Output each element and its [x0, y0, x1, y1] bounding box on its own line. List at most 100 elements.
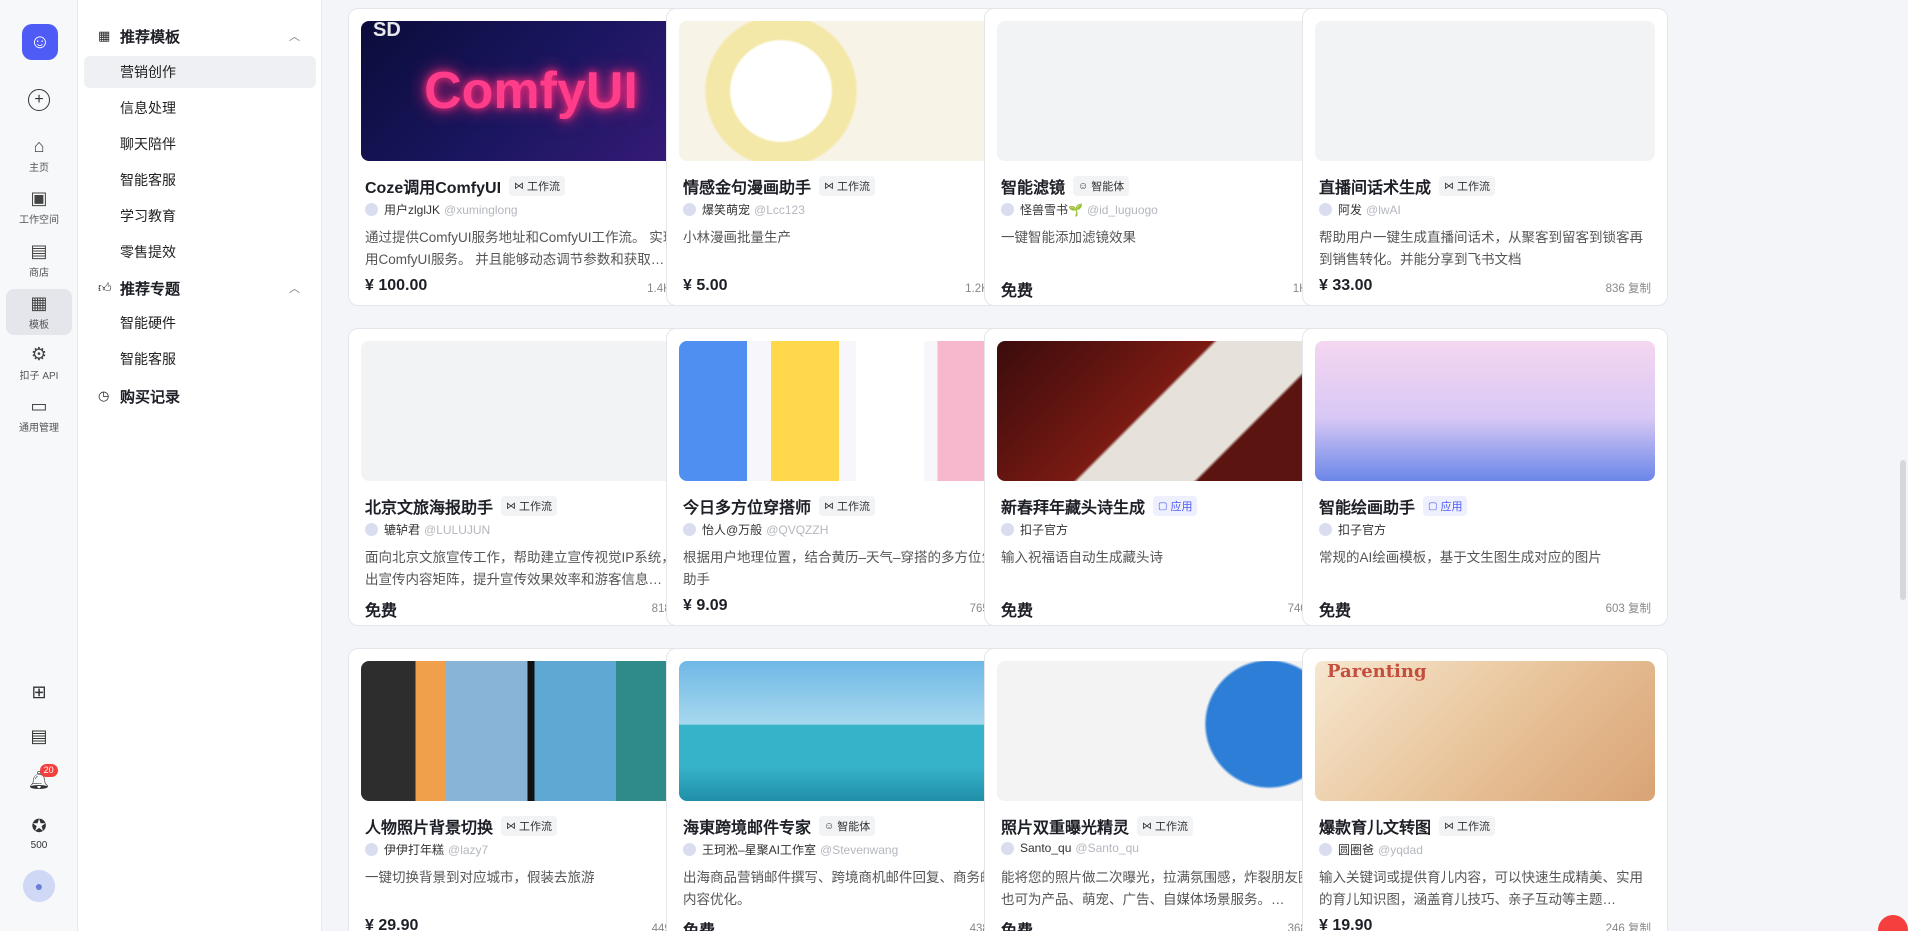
- sidebar-item[interactable]: 零售提效: [84, 236, 316, 268]
- sidebar-item[interactable]: 智能硬件: [84, 307, 316, 339]
- card-description: 能将您的照片做二次曝光，拉满氛围感，炸裂朋友圈！也可为产品、萌宠、广告、自媒体场…: [1001, 870, 1325, 907]
- scan-icon[interactable]: ⊞: [0, 682, 78, 703]
- card-author[interactable]: 怡人@万般 @QVQZZH: [683, 521, 828, 538]
- points-icon[interactable]: ✪: [0, 816, 78, 837]
- rail-item-label: 扣子 API: [19, 370, 59, 382]
- rail-item[interactable]: ▤ 商店: [6, 237, 72, 283]
- template-sidebar: ▦ 推荐模板 ︿ 营销创作 信息处理 聊天陪伴 智能客服 学习教育 零售提效 👍︎ 推荐专…: [78, 0, 322, 931]
- template-card[interactable]: 智能滤镜 ☺ 智能体 怪兽雪书🌱 @id_luguogo 一键智能添加滤镜效果 …: [984, 8, 1350, 306]
- card-title: 海東跨境邮件专家: [683, 820, 812, 837]
- card-author[interactable]: 爆笑萌宠 @Lcc123: [683, 201, 805, 218]
- card-author[interactable]: 辘轳君 @LULUJUN: [365, 521, 490, 538]
- scrollbar[interactable]: [1900, 460, 1906, 600]
- chevron-up-icon[interactable]: ︿: [289, 280, 300, 296]
- document-icon[interactable]: ▤: [0, 726, 78, 747]
- rail-item[interactable]: ⚙ 扣子 API: [6, 340, 72, 386]
- template-card[interactable]: 海東跨境邮件专家 ☺ 智能体 王珂淞–星聚AI工作室 @Stevenwang 出…: [666, 648, 1032, 931]
- card-price: 免费: [1319, 603, 1352, 620]
- card-title: 智能滤镜: [1001, 180, 1066, 197]
- card-author[interactable]: 怪兽雪书🌱 @id_luguogo: [1001, 201, 1158, 218]
- card-type-tag: ⋈ 工作流: [501, 816, 558, 836]
- user-avatar[interactable]: ●: [23, 870, 55, 902]
- rail-item[interactable]: ▣ 工作空间: [6, 184, 72, 230]
- template-card[interactable]: 智能绘画助手 ▢ 应用 扣子官方 常规的AI绘画模板，基于文生图生成对应的图片 …: [1302, 328, 1668, 626]
- author-name: Santo_qu: [1020, 841, 1072, 855]
- template-card[interactable]: 今日多方位穿搭师 ⋈ 工作流 怡人@万般 @QVQZZH 根据用户地理位置，结合…: [666, 328, 1032, 626]
- template-card[interactable]: Parenting 爆款育儿文转图 ⋈ 工作流 圆圈爸 @yqdad 输入关键词…: [1302, 648, 1668, 931]
- tag-label: 工作流: [1155, 821, 1189, 833]
- card-author[interactable]: Santo_qu @Santo_qu: [1001, 841, 1139, 855]
- bell-icon[interactable]: 🔔︎ 20: [0, 764, 78, 791]
- sidebar-item[interactable]: 聊天陪伴: [84, 128, 316, 160]
- sidebar-item[interactable]: 营销创作: [84, 56, 316, 88]
- tag-label: 工作流: [837, 501, 871, 513]
- author-name: 辘轳君: [384, 523, 421, 537]
- thumb-text: ComfyUI: [424, 62, 638, 120]
- card-type-tag: ☺ 智能体: [819, 816, 876, 836]
- group-recommended-topics[interactable]: 👍︎ 推荐专题 ︿: [90, 273, 310, 303]
- card-description: 常规的AI绘画模板，基于文生图生成对应的图片: [1319, 550, 1602, 565]
- card-title-row: 新春拜年藏头诗生成 ▢ 应用: [1001, 494, 1198, 518]
- card-title: 今日多方位穿搭师: [683, 500, 812, 517]
- sidebar-item[interactable]: 智能客服: [84, 164, 316, 196]
- author-handle: @Lcc123: [754, 202, 805, 217]
- card-price: 免费: [365, 603, 398, 620]
- tag-label: 智能体: [1091, 181, 1125, 193]
- card-type-tag: ⋈ 工作流: [819, 496, 876, 516]
- template-card[interactable]: 北京文旅海报助手 ⋈ 工作流 辘轳君 @LULUJUN 面向北京文旅宣传工作，帮…: [348, 328, 714, 626]
- store-icon: ▤: [30, 240, 48, 261]
- card-title-row: 爆款育儿文转图 ⋈ 工作流: [1319, 814, 1496, 838]
- card-author[interactable]: 王珂淞–星聚AI工作室 @Stevenwang: [683, 841, 898, 858]
- app-logo-icon[interactable]: ☺: [22, 24, 58, 60]
- card-thumbnail: ComfyUI SD: [361, 21, 701, 161]
- sidebar-item[interactable]: 智能客服: [84, 343, 316, 375]
- author-name: 圆圈爸: [1338, 843, 1375, 857]
- card-description: 一键智能添加滤镜效果: [1001, 230, 1136, 245]
- tag-label: 应用: [1440, 501, 1463, 513]
- card-description: 面向北京文旅宣传工作，帮助建立宣传视觉IP系统，输出宣传内容矩阵，提升宣传效果效…: [365, 550, 689, 587]
- card-title-row: 情感金句漫画助手 ⋈ 工作流: [683, 174, 876, 198]
- card-author[interactable]: 圆圈爸 @yqdad: [1319, 841, 1423, 858]
- card-description: 帮助用户一键生成直播间话术，从聚客到留客到锁客再到销售转化。并能分享到飞书文档: [1319, 230, 1643, 267]
- card-author[interactable]: 扣子官方: [1319, 521, 1390, 538]
- author-name: 扣子官方: [1338, 523, 1387, 537]
- purchase-records[interactable]: ◷ 购买记录: [90, 381, 310, 411]
- author-avatar: [1001, 841, 1014, 855]
- card-thumbnail: [679, 661, 1019, 801]
- author-avatar: [1319, 843, 1332, 856]
- group-label: 推荐模板: [120, 28, 181, 46]
- chevron-up-icon[interactable]: ︿: [289, 28, 300, 44]
- tag-label: 应用: [1170, 501, 1193, 513]
- rail-item[interactable]: ▦ 模板: [6, 289, 72, 335]
- card-thumbnail: [1315, 341, 1655, 481]
- template-card[interactable]: ComfyUI SD Coze调用ComfyUI ⋈ 工作流 用户zlglJK @…: [348, 8, 714, 306]
- group-recommended-templates[interactable]: ▦ 推荐模板 ︿: [90, 21, 310, 51]
- card-author[interactable]: 伊伊打年糕 @lazy7: [365, 841, 488, 858]
- card-author[interactable]: 扣子官方: [1001, 521, 1072, 538]
- template-icon: ▦: [30, 292, 48, 313]
- card-description: 小林漫画批量生产: [683, 230, 791, 245]
- sidebar-item[interactable]: 信息处理: [84, 92, 316, 124]
- card-price: ¥ 29.90: [365, 917, 419, 931]
- rail-item-label: 商店: [29, 267, 49, 279]
- rail-item[interactable]: ▭ 通用管理: [6, 392, 72, 438]
- template-card[interactable]: 人物照片背景切换 ⋈ 工作流 伊伊打年糕 @lazy7 一键切换背景到对应城市，…: [348, 648, 714, 931]
- inbox-icon: ▭: [30, 395, 48, 416]
- card-thumbnail: [997, 661, 1337, 801]
- card-title: 爆款育儿文转图: [1319, 820, 1432, 837]
- author-avatar: [1001, 523, 1014, 536]
- author-avatar: [683, 203, 696, 216]
- card-title-row: 海東跨境邮件专家 ☺ 智能体: [683, 814, 876, 838]
- card-author[interactable]: 用户zlglJK @xuminglong: [365, 201, 518, 218]
- tag-label: 工作流: [1457, 821, 1491, 833]
- card-thumbnail: [997, 341, 1337, 481]
- rail-item[interactable]: ⌂ 主页: [6, 132, 72, 178]
- card-author[interactable]: 阿发 @lwAI: [1319, 201, 1401, 218]
- sidebar-item[interactable]: 学习教育: [84, 200, 316, 232]
- card-title-row: 北京文旅海报助手 ⋈ 工作流: [365, 494, 558, 518]
- create-icon[interactable]: +: [28, 89, 50, 111]
- template-card[interactable]: 照片双重曝光精灵 ⋈ 工作流 Santo_qu @Santo_qu 能将您的照片…: [984, 648, 1350, 931]
- template-card[interactable]: 情感金句漫画助手 ⋈ 工作流 爆笑萌宠 @Lcc123 小林漫画批量生产 ¥ 5…: [666, 8, 1032, 306]
- template-card[interactable]: 直播间话术生成 ⋈ 工作流 阿发 @lwAI 帮助用户一键生成直播间话术，从聚客…: [1302, 8, 1668, 306]
- template-card[interactable]: 新春拜年藏头诗生成 ▢ 应用 扣子官方 输入祝福语自动生成藏头诗 免费 740 …: [984, 328, 1350, 626]
